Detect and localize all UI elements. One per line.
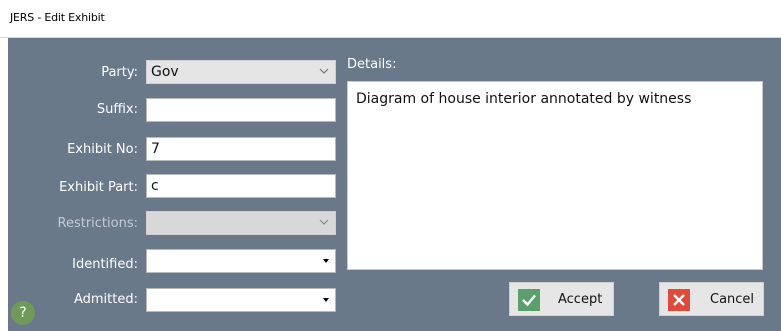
exhibit-no-label: Exhibit No: — [67, 142, 138, 157]
party-value: Gov — [151, 64, 179, 80]
exhibit-no-value: 7 — [151, 141, 160, 157]
cancel-label: Cancel — [710, 292, 755, 307]
check-icon — [518, 289, 540, 311]
help-icon[interactable]: ? — [11, 301, 35, 325]
identified-label: Identified: — [72, 257, 138, 272]
help-glyph: ? — [19, 305, 27, 321]
details-textarea[interactable]: Diagram of house interior annotated by w… — [347, 81, 763, 270]
exhibit-part-value: c — [151, 178, 159, 194]
dropdown-arrow-icon — [323, 298, 329, 302]
restrictions-label: Restrictions: — [57, 216, 138, 231]
exhibit-part-input[interactable]: c — [146, 174, 336, 198]
details-label: Details: — [347, 57, 397, 72]
suffix-input[interactable] — [146, 98, 336, 122]
edit-exhibit-window: JERS - Edit Exhibit Party: Gov Suffix: E… — [0, 0, 781, 331]
accept-label: Accept — [558, 292, 603, 307]
details-value: Diagram of house interior annotated by w… — [356, 91, 692, 107]
admitted-select[interactable] — [146, 288, 336, 312]
party-select[interactable]: Gov — [146, 60, 336, 84]
exhibit-part-label: Exhibit Part: — [59, 180, 138, 195]
suffix-label: Suffix: — [96, 102, 138, 117]
party-label: Party: — [101, 65, 138, 80]
title-bar: JERS - Edit Exhibit — [0, 0, 781, 38]
dropdown-arrow-icon — [323, 259, 329, 263]
accept-button[interactable]: Accept — [509, 282, 614, 316]
cancel-button[interactable]: Cancel — [659, 282, 764, 316]
chevron-down-icon — [319, 219, 329, 225]
restrictions-select[interactable] — [146, 211, 336, 235]
chevron-down-icon — [319, 68, 329, 74]
exhibit-no-input[interactable]: 7 — [146, 137, 336, 161]
identified-select[interactable] — [146, 249, 336, 273]
close-icon — [668, 289, 690, 311]
window-title: JERS - Edit Exhibit — [10, 11, 105, 24]
